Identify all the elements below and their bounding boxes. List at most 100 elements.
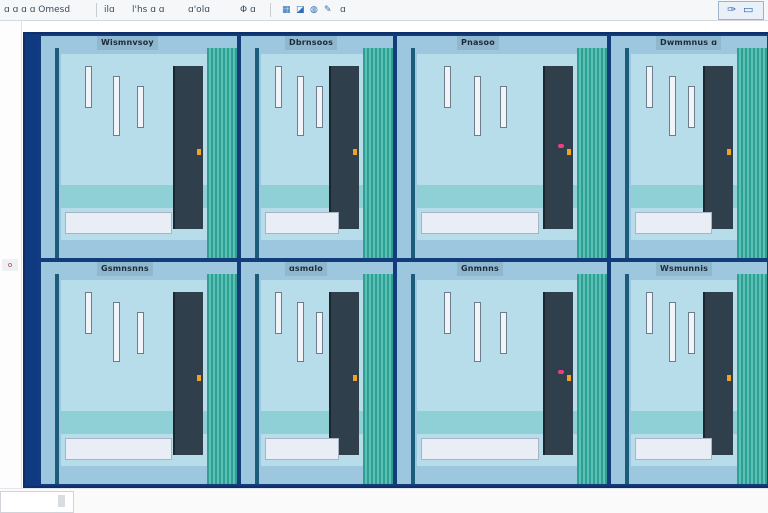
hanging-fixture bbox=[85, 66, 92, 108]
toolbar-separator bbox=[270, 3, 271, 17]
floor-panel bbox=[65, 438, 172, 460]
viewport-panel[interactable]: Dwmmnus ɑ bbox=[609, 34, 768, 260]
teal-wall bbox=[577, 274, 607, 484]
frame-post bbox=[55, 48, 59, 258]
panel-title: Pnasoo bbox=[457, 36, 499, 50]
document-icon bbox=[58, 495, 65, 507]
floor-panel bbox=[265, 438, 339, 460]
frame-post bbox=[625, 48, 629, 258]
toolbar-item[interactable]: Φ ɑ bbox=[240, 3, 256, 17]
window-icon: ▭ bbox=[743, 3, 754, 16]
rail-marker[interactable]: o bbox=[2, 259, 18, 271]
pen-icon: ✑ bbox=[727, 3, 737, 16]
hanging-fixture bbox=[316, 312, 323, 354]
teal-wall bbox=[363, 274, 393, 484]
panel-title: Gsmnsnns bbox=[97, 262, 153, 276]
hanging-fixture bbox=[275, 66, 282, 108]
globe-icon[interactable]: ◍ bbox=[310, 3, 318, 17]
door bbox=[703, 292, 733, 455]
frame-post bbox=[255, 274, 259, 484]
bottom-tab[interactable] bbox=[0, 491, 74, 513]
floor-panel bbox=[421, 212, 539, 234]
viewport-panel[interactable]: ɑsmɑlo bbox=[239, 260, 395, 486]
hanging-fixture bbox=[669, 302, 676, 362]
door-handle bbox=[727, 149, 731, 155]
hanging-fixture bbox=[444, 292, 451, 334]
door bbox=[329, 292, 359, 455]
toolbar-separator bbox=[96, 3, 97, 17]
floor-panel bbox=[635, 438, 712, 460]
door bbox=[173, 66, 203, 229]
marker-dot bbox=[558, 370, 564, 374]
viewport-panel[interactable]: Wsmunnis bbox=[609, 260, 768, 486]
panel-title: Dwmmnus ɑ bbox=[656, 36, 722, 50]
hanging-fixture bbox=[297, 302, 304, 362]
frame-post bbox=[625, 274, 629, 484]
top-toolbar: ɑ ɑ ɑ ɑ Omesd ilɑ l'hs ɑ ɑ ɑ'olɑ Φ ɑ ▦ ◪… bbox=[0, 0, 768, 21]
grid-icon[interactable]: ▦ bbox=[282, 3, 291, 17]
toolbar-item[interactable]: ɑ bbox=[340, 3, 346, 17]
pen-icon[interactable]: ✎ bbox=[324, 3, 332, 17]
floor-panel bbox=[265, 212, 339, 234]
panel-title: ɑsmɑlo bbox=[285, 262, 327, 276]
left-rail: o bbox=[0, 21, 22, 489]
viewport-grid: Wismnvsoy Dbrnsoos Pnasoo Dwmmnus ɑ Gsmnsnns… bbox=[23, 32, 768, 488]
hanging-fixture bbox=[688, 86, 695, 128]
marker-dot bbox=[558, 144, 564, 148]
frame-post bbox=[411, 274, 415, 484]
panel-title: Gnmnns bbox=[457, 262, 503, 276]
viewport-panel[interactable]: Wismnvsoy bbox=[39, 34, 239, 260]
teal-wall bbox=[363, 48, 393, 258]
floor-panel bbox=[635, 212, 712, 234]
hanging-fixture bbox=[275, 292, 282, 334]
hanging-fixture bbox=[474, 76, 481, 136]
door-handle bbox=[353, 375, 357, 381]
frame-post bbox=[411, 48, 415, 258]
door bbox=[329, 66, 359, 229]
frame-post bbox=[55, 274, 59, 484]
teal-wall bbox=[737, 274, 767, 484]
hanging-fixture bbox=[500, 86, 507, 128]
hanging-fixture bbox=[444, 66, 451, 108]
layers-icon[interactable]: ◪ bbox=[296, 3, 305, 17]
viewport-panel[interactable]: Dbrnsoos bbox=[239, 34, 395, 260]
viewport-panel[interactable]: Gnmnns bbox=[395, 260, 609, 486]
door bbox=[173, 292, 203, 455]
floor-panel bbox=[65, 212, 172, 234]
hanging-fixture bbox=[646, 66, 653, 108]
door-handle bbox=[567, 149, 571, 155]
hanging-fixture bbox=[113, 76, 120, 136]
toolbar-item[interactable]: ɑ ɑ ɑ ɑ Omesd bbox=[4, 3, 70, 17]
teal-wall bbox=[207, 48, 237, 258]
door-handle bbox=[567, 375, 571, 381]
door bbox=[703, 66, 733, 229]
door-handle bbox=[197, 149, 201, 155]
toolbar-item[interactable]: ilɑ bbox=[104, 3, 115, 17]
toolbar-item[interactable]: l'hs ɑ ɑ bbox=[132, 3, 165, 17]
hanging-fixture bbox=[474, 302, 481, 362]
hanging-fixture bbox=[113, 302, 120, 362]
panel-title: Dbrnsoos bbox=[285, 36, 338, 50]
hanging-fixture bbox=[137, 312, 144, 354]
hanging-fixture bbox=[316, 86, 323, 128]
teal-wall bbox=[207, 274, 237, 484]
toolbar-item[interactable]: ɑ'olɑ bbox=[188, 3, 210, 17]
door-handle bbox=[727, 375, 731, 381]
frame-post bbox=[255, 48, 259, 258]
teal-wall bbox=[737, 48, 767, 258]
hanging-fixture bbox=[85, 292, 92, 334]
view-toggle-button[interactable]: ✑ ▭ bbox=[718, 1, 764, 20]
door-handle bbox=[353, 149, 357, 155]
status-strip bbox=[0, 488, 768, 513]
panel-title: Wsmunnis bbox=[656, 262, 713, 276]
hanging-fixture bbox=[297, 76, 304, 136]
hanging-fixture bbox=[137, 86, 144, 128]
viewport-panel[interactable]: Pnasoo bbox=[395, 34, 609, 260]
panel-title: Wismnvsoy bbox=[97, 36, 158, 50]
viewport-panel[interactable]: Gsmnsnns bbox=[39, 260, 239, 486]
hanging-fixture bbox=[500, 312, 507, 354]
floor-panel bbox=[421, 438, 539, 460]
hanging-fixture bbox=[669, 76, 676, 136]
hanging-fixture bbox=[688, 312, 695, 354]
door-handle bbox=[197, 375, 201, 381]
